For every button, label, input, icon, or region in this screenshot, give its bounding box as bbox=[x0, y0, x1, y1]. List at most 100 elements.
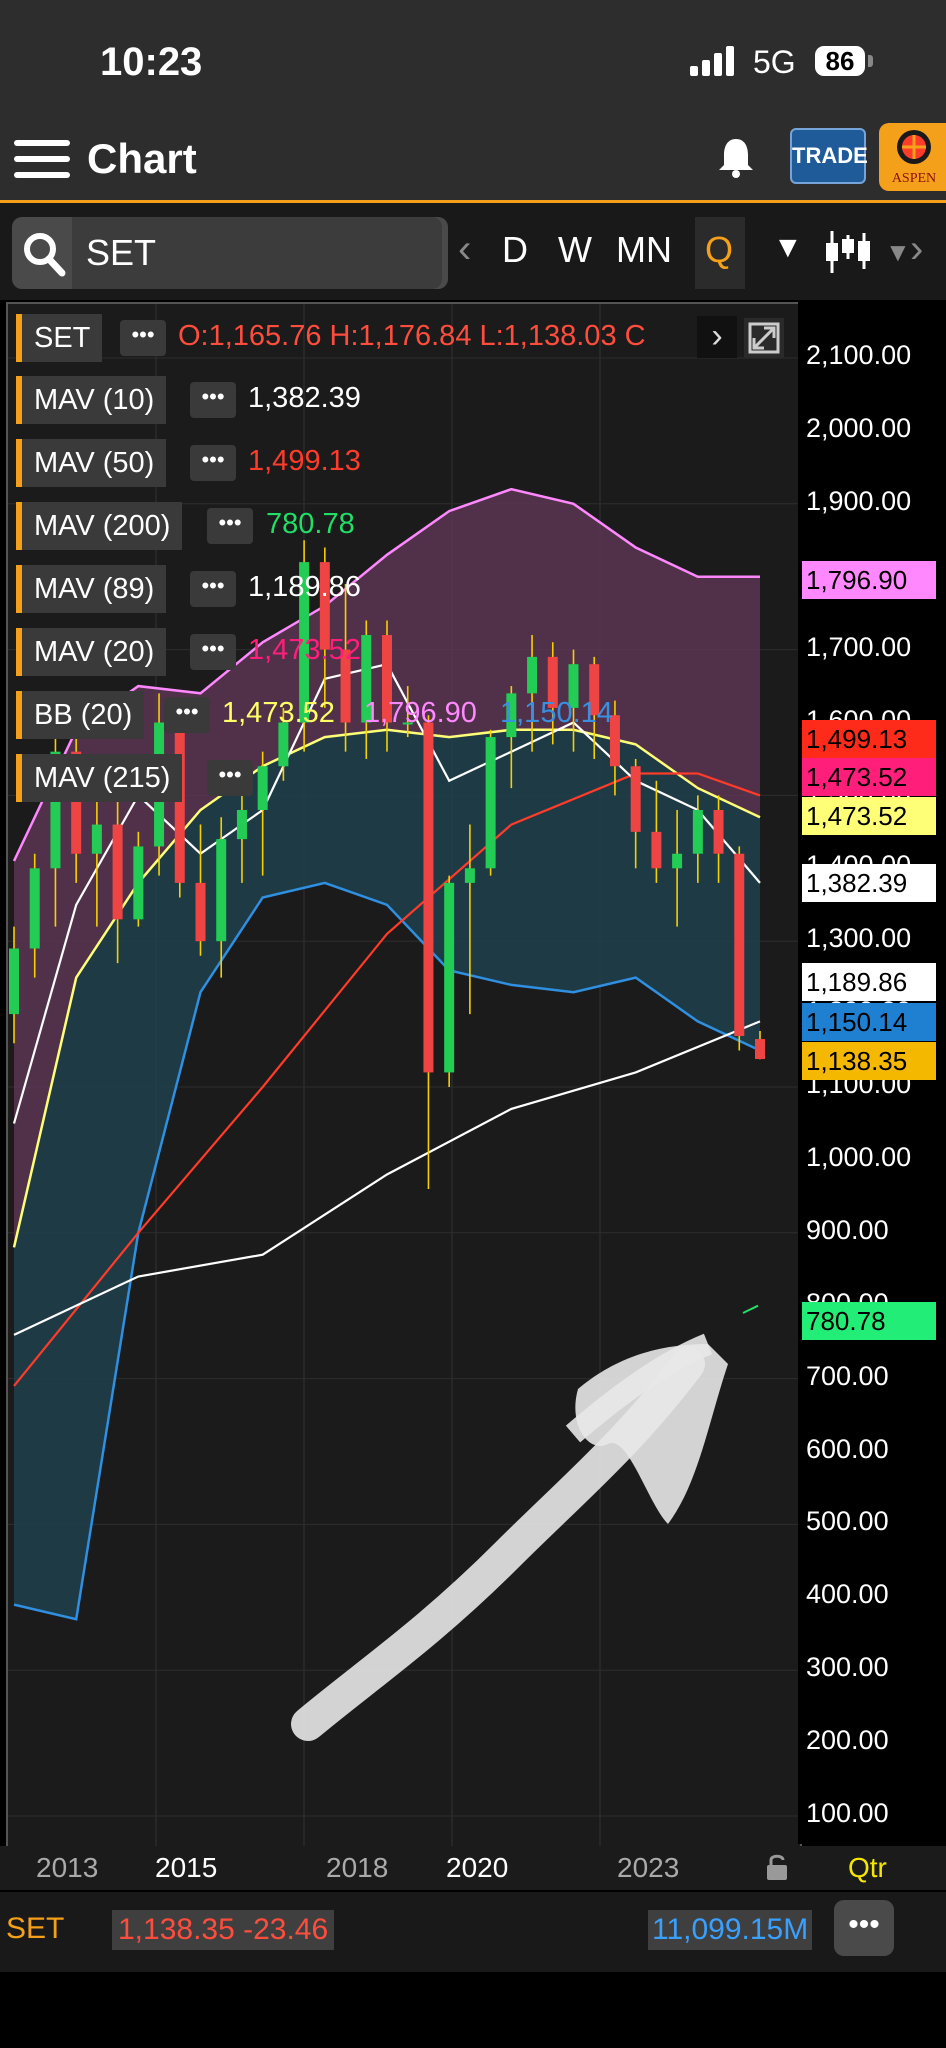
chevron-left-icon[interactable]: ‹ bbox=[458, 227, 471, 272]
price-tag: 1,138.35 bbox=[802, 1042, 936, 1080]
trade-button[interactable]: TRADE bbox=[790, 128, 868, 184]
candle-body bbox=[236, 809, 247, 840]
x-label: 2015 bbox=[155, 1852, 218, 1883]
candle-body bbox=[91, 824, 102, 854]
indicator-label[interactable]: MAV (50) bbox=[16, 439, 167, 487]
period-week[interactable]: W bbox=[558, 229, 592, 271]
indicator-label[interactable]: MAV (10) bbox=[16, 376, 167, 424]
price-tag: 1,382.39 bbox=[802, 864, 936, 902]
chevron-right-icon[interactable]: › bbox=[910, 227, 923, 272]
price-tick: 700.00 bbox=[806, 1360, 889, 1391]
indicator-label[interactable]: MAV (200) bbox=[16, 502, 183, 550]
more-options-icon[interactable]: ••• bbox=[207, 760, 253, 796]
symbol-search-input[interactable] bbox=[72, 217, 442, 289]
indicator-value: 1,473.52 bbox=[222, 697, 335, 729]
price-tick: 500.00 bbox=[806, 1506, 889, 1537]
period-quarter[interactable]: Q bbox=[705, 229, 733, 271]
indicator-label[interactable]: MAV (20) bbox=[16, 628, 167, 676]
price-tag: 1,189.86 bbox=[802, 963, 936, 1001]
candle-body bbox=[692, 809, 703, 854]
quote-price: 1,138.35 -23.46 bbox=[112, 1910, 335, 1950]
price-tick: 900.00 bbox=[806, 1214, 889, 1245]
period-day[interactable]: D bbox=[502, 229, 528, 271]
expand-icon[interactable] bbox=[744, 318, 784, 358]
battery-icon: 86 bbox=[815, 46, 865, 76]
candle-body bbox=[174, 722, 185, 883]
indicator-value: 780.78 bbox=[266, 508, 355, 540]
chevron-right-icon[interactable]: › bbox=[697, 316, 737, 358]
caret-down-icon[interactable]: ▼ bbox=[773, 231, 803, 265]
more-options-icon[interactable]: ••• bbox=[190, 445, 236, 481]
indicator-value: 1,499.13 bbox=[248, 445, 361, 477]
quote-symbol: SET bbox=[6, 1912, 65, 1945]
indicator-value: 1,382.39 bbox=[248, 382, 361, 414]
indicator-label[interactable]: MAV (89) bbox=[16, 565, 167, 613]
candle-body bbox=[464, 868, 475, 883]
x-label: 2018 bbox=[326, 1852, 389, 1883]
price-tick: 1,700.00 bbox=[806, 631, 912, 662]
x-label: 2020 bbox=[446, 1852, 509, 1883]
price-tick: 1,300.00 bbox=[806, 923, 912, 954]
indicator-label[interactable]: BB (20) bbox=[16, 691, 145, 739]
price-tick: 100.00 bbox=[806, 1798, 889, 1828]
more-options-button[interactable]: ••• bbox=[834, 1900, 894, 1956]
caret-down-icon[interactable]: ▼ bbox=[885, 237, 911, 268]
more-options-icon[interactable]: ••• bbox=[120, 320, 166, 356]
indicator-label[interactable]: MAV (215) bbox=[16, 754, 183, 802]
candle-body bbox=[9, 948, 19, 1015]
bell-icon[interactable] bbox=[714, 135, 758, 179]
price-tick: 600.00 bbox=[806, 1433, 889, 1464]
x-label: 2013 bbox=[36, 1852, 99, 1883]
hamburger-menu-icon[interactable] bbox=[14, 133, 72, 191]
ohlc-values: O:1,165.76 H:1,176.84 L:1,138.03 C bbox=[178, 320, 646, 352]
candle-body bbox=[423, 722, 434, 1073]
candle-body bbox=[630, 766, 641, 832]
status-time: 10:23 bbox=[100, 40, 203, 84]
price-tick: 200.00 bbox=[806, 1725, 889, 1756]
more-options-icon[interactable]: ••• bbox=[190, 382, 236, 418]
lock-icon[interactable] bbox=[765, 1852, 789, 1882]
price-tag: 1,796.90 bbox=[802, 561, 936, 599]
price-tick: 1,000.00 bbox=[806, 1141, 912, 1172]
battery-cap bbox=[868, 55, 873, 67]
legend-symbol-chip[interactable]: SET bbox=[16, 314, 103, 362]
candle-body bbox=[29, 868, 40, 949]
price-tick: 2,000.00 bbox=[806, 412, 912, 443]
candle-body bbox=[651, 831, 662, 869]
search-box[interactable] bbox=[12, 217, 448, 289]
cellular-signal-icon bbox=[690, 46, 734, 76]
candle-body bbox=[734, 853, 745, 1036]
candle-body bbox=[527, 656, 538, 694]
candle-body bbox=[444, 882, 455, 1073]
hand-drawn-arrow bbox=[291, 1333, 728, 1741]
aspen-button[interactable]: ASPEN bbox=[879, 123, 946, 191]
period-month[interactable]: MN bbox=[616, 229, 672, 271]
quote-bar: SET 1,138.35 -23.46 11,099.15M ••• bbox=[0, 1892, 946, 1972]
candle-body bbox=[133, 846, 144, 920]
candle-body bbox=[672, 853, 683, 869]
price-tag: 1,150.14 bbox=[802, 1003, 936, 1041]
more-options-icon[interactable]: ••• bbox=[190, 634, 236, 670]
indicator-value-upper: 1,796.90 bbox=[364, 697, 477, 729]
price-tick: 400.00 bbox=[806, 1579, 889, 1610]
more-options-icon[interactable]: ••• bbox=[164, 697, 210, 733]
candle-body bbox=[112, 824, 123, 920]
candle-body bbox=[257, 766, 268, 810]
interval-label[interactable]: Qtr bbox=[848, 1852, 887, 1884]
candle-body bbox=[195, 882, 206, 942]
price-tag: 780.78 bbox=[802, 1302, 936, 1340]
quote-volume: 11,099.15M bbox=[648, 1910, 813, 1950]
status-bar: 10:23 5G 86 bbox=[0, 0, 946, 125]
x-label: 2023 bbox=[617, 1852, 680, 1883]
search-icon[interactable] bbox=[22, 229, 66, 277]
network-type: 5G bbox=[753, 44, 796, 80]
indicator-value-lower: 1,150.14 bbox=[500, 697, 613, 729]
candlestick-chart-icon[interactable] bbox=[824, 229, 872, 275]
more-options-icon[interactable]: ••• bbox=[207, 508, 253, 544]
globe-icon bbox=[897, 130, 931, 164]
more-options-icon[interactable]: ••• bbox=[190, 571, 236, 607]
time-axis[interactable]: 2013 2015 2018 2020 2023 Qtr bbox=[0, 1846, 946, 1890]
candle-body bbox=[713, 809, 724, 854]
indicator-value: 1,189.86 bbox=[248, 571, 361, 603]
candle-body bbox=[485, 737, 496, 869]
